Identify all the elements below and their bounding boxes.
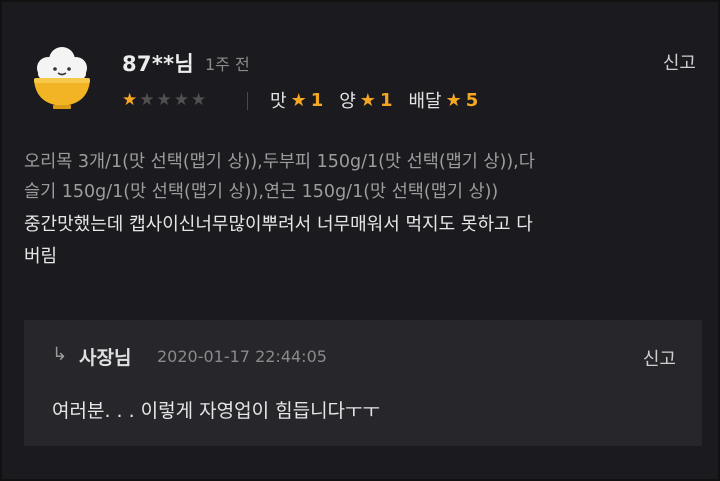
rating-divider [247,92,248,110]
star-empty-icon: ★ [191,90,209,110]
star-icon: ★ [445,89,462,111]
review-card: 87**님 1주 전 신고 ★★★★★ 맛 ★ 1 양 ★ 1 배달 ★ 5 오… [0,0,720,481]
review-time-ago: 1주 전 [205,55,250,74]
delivery-label: 배달 [408,91,442,112]
reply-author: 사장님 [79,347,132,369]
reviewer-username: 87**님 [122,52,195,76]
taste-label: 맛 [270,91,287,112]
overall-star-rating: ★★★★★ [122,90,208,110]
owner-reply: ↳ 사장님 2020-01-17 22:44:05 신고 여러분. . . 이렇… [24,320,702,446]
star-filled-icon: ★ [122,90,140,110]
review-body: 중간맛했는데 캡사이신너무많이뿌려서 너무매워서 먹지도 못하고 다 버림 [24,209,704,273]
star-icon: ★ [359,89,376,111]
star-empty-icon: ★ [156,90,174,110]
review-line: 중간맛했는데 캡사이신너무많이뿌려서 너무매워서 먹지도 못하고 다 [24,214,533,235]
star-icon: ★ [290,89,307,111]
quantity-rating: 양 ★ 1 [339,87,392,113]
ordered-menu-list: 오리목 3개/1(맛 선택(맵기 상)),두부피 150g/1(맛 선택(맵기 … [24,147,704,207]
reply-body: 여러분. . . 이렇게 자영업이 힘듭니다ㅜㅜ [52,400,380,422]
reply-arrow-icon: ↳ [52,344,68,365]
delivery-value: 5 [465,89,479,111]
quantity-value: 1 [379,89,393,111]
reply-date: 2020-01-17 22:44:05 [157,347,327,366]
delivery-rating: 배달 ★ 5 [408,87,478,113]
review-line: 버림 [24,246,58,267]
taste-value: 1 [310,89,324,111]
taste-rating: 맛 ★ 1 [270,87,323,113]
menu-line: 오리목 3개/1(맛 선택(맵기 상)),두부피 150g/1(맛 선택(맵기 … [24,152,535,172]
quantity-label: 양 [339,91,356,112]
report-reply-button[interactable]: 신고 [643,345,676,371]
star-empty-icon: ★ [139,90,157,110]
star-empty-icon: ★ [173,90,191,110]
report-review-button[interactable]: 신고 [663,49,696,75]
menu-line: 슬기 150g/1(맛 선택(맵기 상)),연근 150g/1(맛 선택(맵기 … [24,182,499,202]
sub-ratings: 맛 ★ 1 양 ★ 1 배달 ★ 5 [270,87,478,113]
rice-bowl-avatar-icon [26,42,98,114]
